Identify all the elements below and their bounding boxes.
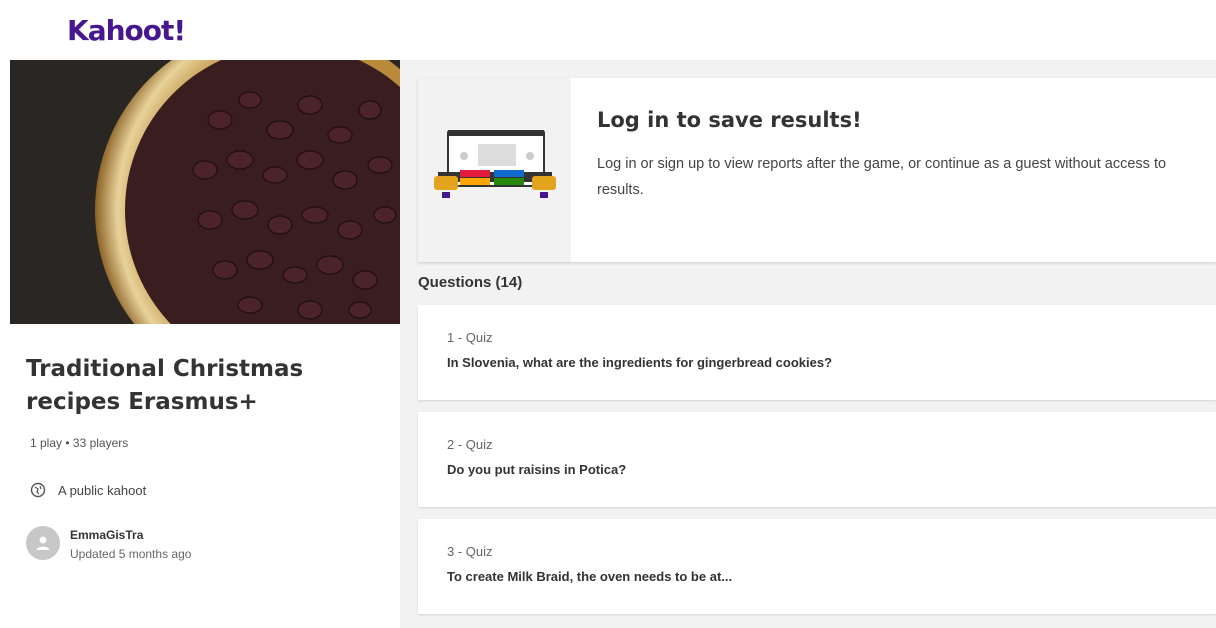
login-description: Log in or sign up to view reports after … bbox=[597, 156, 1167, 198]
question-type: 1 - Quiz bbox=[447, 330, 493, 345]
kahoot-logo[interactable]: Kahoot! bbox=[67, 14, 186, 47]
question-text: Do you put raisins in Potica? bbox=[447, 462, 627, 477]
author-name[interactable]: EmmaGisTra bbox=[70, 528, 191, 542]
play-stats: 1 play • 33 players bbox=[30, 436, 129, 450]
question-type: 2 - Quiz bbox=[447, 437, 493, 452]
question-card-1[interactable]: 1 - Quiz In Slovenia, what are the ingre… bbox=[418, 305, 1216, 400]
updated-time: Updated 5 months ago bbox=[70, 547, 192, 561]
public-globe-icon bbox=[30, 482, 46, 498]
author-info[interactable]: EmmaGisTra Updated 5 months ago bbox=[26, 526, 191, 561]
question-card-2[interactable]: 2 - Quiz Do you put raisins in Potica? bbox=[418, 412, 1216, 507]
raisins-bowl-image bbox=[10, 60, 400, 324]
visibility-status: A public kahoot bbox=[30, 482, 146, 498]
question-type: 3 - Quiz bbox=[447, 544, 493, 559]
login-title: Log in to save results! bbox=[597, 108, 862, 132]
game-screen-illustration bbox=[434, 130, 556, 198]
questions-panel: Log in to save results! Log in or sign u… bbox=[400, 60, 1216, 628]
cover-image bbox=[10, 60, 400, 324]
top-bar: Kahoot! bbox=[0, 0, 1216, 60]
kahoot-title: Traditional Christmas recipes Erasmus+ bbox=[26, 356, 304, 415]
question-text: To create Milk Braid, the oven needs to … bbox=[447, 569, 733, 584]
question-card-3[interactable]: 3 - Quiz To create Milk Braid, the oven … bbox=[418, 519, 1216, 614]
login-prompt-card: Log in to save results! Log in or sign u… bbox=[418, 78, 1216, 262]
question-text: In Slovenia, what are the ingredients fo… bbox=[447, 355, 833, 370]
visibility-label: A public kahoot bbox=[58, 482, 147, 498]
kahoot-details-panel: Traditional Christmas recipes Erasmus+ 1… bbox=[0, 60, 400, 628]
questions-count-label: Questions (14) bbox=[418, 274, 523, 291]
avatar[interactable] bbox=[26, 526, 60, 560]
user-icon bbox=[36, 536, 50, 550]
